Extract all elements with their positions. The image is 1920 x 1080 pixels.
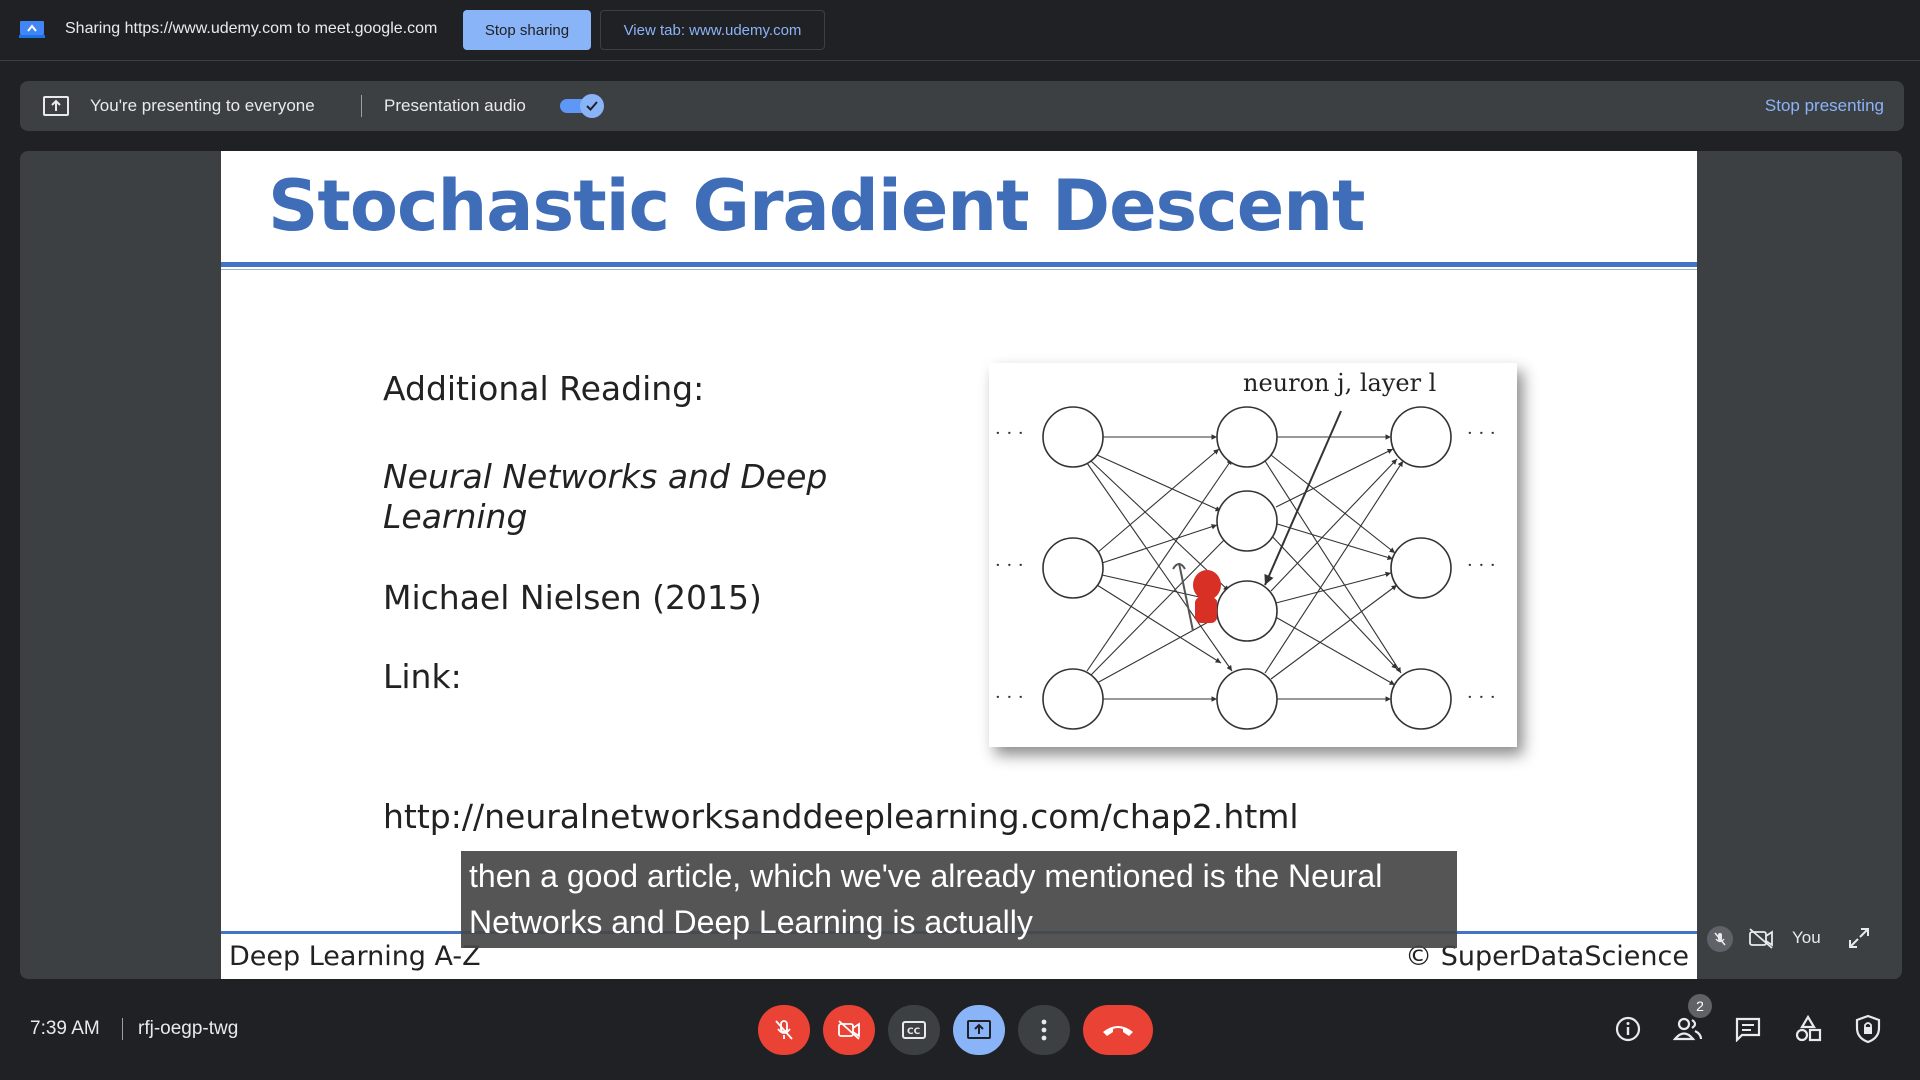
- view-tab-button[interactable]: View tab: www.udemy.com: [600, 10, 825, 50]
- caption-line-1: then a good article, which we've already…: [469, 858, 1383, 894]
- presentation-audio-label: Presentation audio: [384, 96, 526, 115]
- camera-off-icon: [1749, 928, 1773, 949]
- host-controls-button[interactable]: [1852, 1013, 1884, 1045]
- chat-icon: [1735, 1017, 1761, 1042]
- captions-button[interactable]: CC: [888, 1005, 940, 1055]
- svg-text:CC: CC: [907, 1027, 921, 1037]
- stop-sharing-button[interactable]: Stop sharing: [463, 10, 591, 50]
- presenting-banner: You're presenting to everyone Presentati…: [20, 81, 1904, 131]
- more-vert-icon: [1041, 1019, 1047, 1041]
- caption-line-2: Networks and Deep Learning is actually: [469, 904, 1033, 940]
- stop-presenting-button[interactable]: Stop presenting: [1765, 96, 1884, 116]
- more-options-button[interactable]: [1018, 1005, 1070, 1055]
- info-icon: [1615, 1016, 1641, 1042]
- neural-network-figure: neuron j, layer l · · · · · · · · · · · …: [989, 363, 1517, 747]
- shapes-icon: [1795, 1015, 1822, 1042]
- ellipsis: · · ·: [995, 555, 1024, 576]
- camera-off-icon: [838, 1020, 860, 1040]
- expand-icon[interactable]: [1847, 926, 1871, 950]
- shield-lock-icon: [1855, 1014, 1881, 1044]
- presenting-message: You're presenting to everyone: [90, 96, 315, 115]
- mic-off-icon: [775, 1020, 793, 1040]
- meeting-code: rfj-oegp-twg: [138, 1018, 239, 1039]
- link-label: Link:: [383, 657, 462, 696]
- title-rule-thin: [221, 269, 1697, 270]
- hang-up-icon: [1103, 1026, 1133, 1036]
- sharing-message: Sharing https://www.udemy.com to meet.go…: [65, 20, 438, 37]
- presentation-audio-toggle[interactable]: [560, 94, 606, 118]
- book-author: Michael Nielsen (2015): [383, 578, 762, 617]
- self-view-tile[interactable]: You: [1697, 916, 1880, 960]
- participants-count-badge: 2: [1688, 994, 1712, 1018]
- ellipsis: · · ·: [995, 423, 1024, 444]
- neural-network-diagram: neuron j, layer l · · · · · · · · · · · …: [995, 369, 1496, 730]
- ellipsis: · · ·: [1467, 687, 1496, 708]
- chat-button[interactable]: [1732, 1013, 1764, 1045]
- slide-footer-course: Deep Learning A-Z: [229, 941, 481, 972]
- activities-button[interactable]: [1792, 1013, 1824, 1045]
- present-now-button[interactable]: [953, 1005, 1005, 1055]
- additional-reading-heading: Additional Reading:: [383, 369, 705, 408]
- ellipsis: · · ·: [1467, 423, 1496, 444]
- ellipsis: · · ·: [1467, 555, 1496, 576]
- present-screen-icon: [43, 96, 69, 116]
- divider: [361, 95, 362, 117]
- leave-call-button[interactable]: [1083, 1005, 1153, 1055]
- people-icon: [1673, 1017, 1703, 1041]
- present-screen-icon: [967, 1020, 991, 1039]
- meeting-clock: 7:39 AM: [30, 1018, 100, 1039]
- ellipsis: · · ·: [995, 687, 1024, 708]
- check-icon: [586, 101, 598, 111]
- microphone-toggle-button[interactable]: [758, 1005, 810, 1055]
- mic-off-icon: [1707, 926, 1733, 952]
- self-name-label: You: [1792, 928, 1821, 947]
- closed-captions-icon: CC: [902, 1021, 926, 1039]
- camera-toggle-button[interactable]: [823, 1005, 875, 1055]
- slide-title: Stochastic Gradient Descent: [268, 165, 1365, 247]
- neuron-label: neuron j, layer l: [1243, 369, 1436, 397]
- live-caption: then a good article, which we've already…: [461, 851, 1457, 948]
- title-rule: [221, 262, 1697, 267]
- book-title: Neural Networks and Deep Learning: [383, 457, 828, 536]
- toggle-knob: [580, 94, 604, 118]
- sharing-bar: Sharing https://www.udemy.com to meet.go…: [0, 0, 1920, 61]
- book-url: http://neuralnetworksanddeeplearning.com…: [383, 797, 1299, 836]
- screen-share-icon: [19, 21, 45, 38]
- divider: [122, 1018, 123, 1040]
- meeting-details-button[interactable]: [1612, 1013, 1644, 1045]
